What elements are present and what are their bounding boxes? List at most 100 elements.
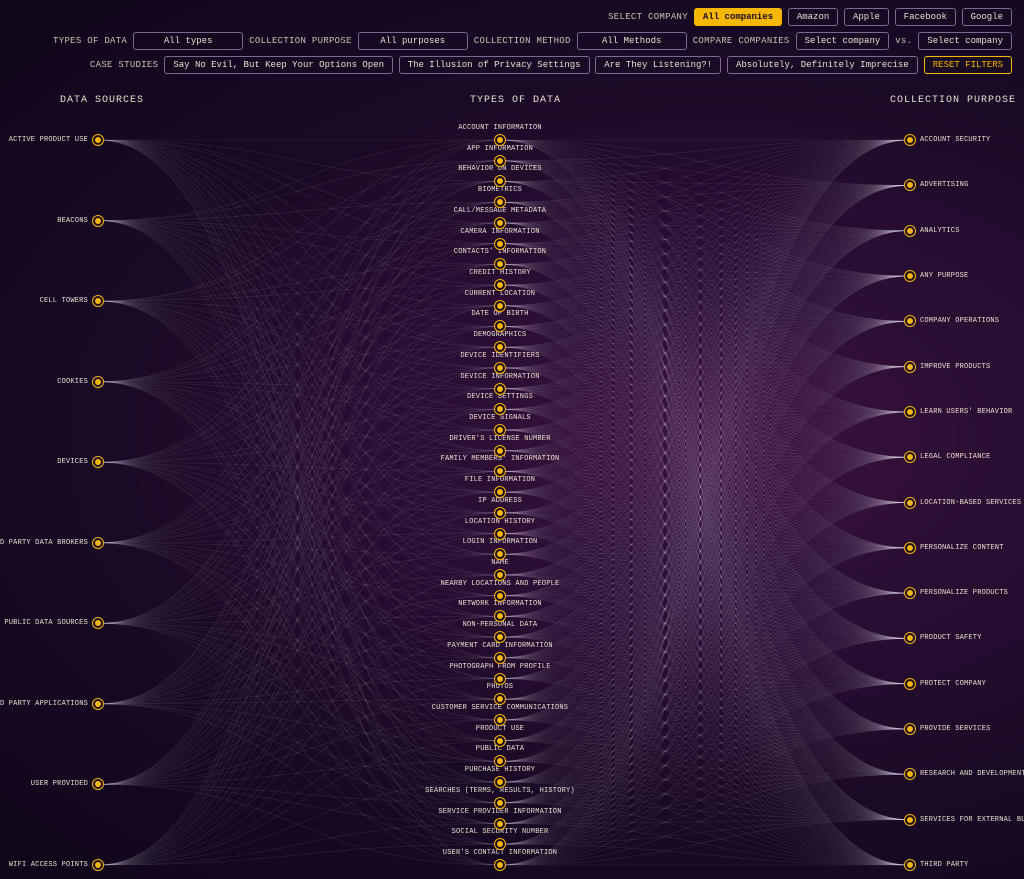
node-label: CAMERA INFORMATION xyxy=(460,228,539,236)
network-diagram: DATA SOURCES TYPES OF DATA COLLECTION PU… xyxy=(0,95,1024,879)
node[interactable] xyxy=(495,363,505,373)
node[interactable] xyxy=(905,452,915,462)
node[interactable] xyxy=(905,362,915,372)
node[interactable] xyxy=(905,724,915,734)
node-label: DRIVER'S LICENSE NUMBER xyxy=(449,435,550,443)
node[interactable] xyxy=(93,377,103,387)
reset-filters-button[interactable]: RESET FILTERS xyxy=(924,56,1012,74)
node[interactable] xyxy=(495,694,505,704)
node[interactable] xyxy=(93,216,103,226)
node[interactable] xyxy=(495,301,505,311)
compare-a-select[interactable]: Select company xyxy=(796,32,890,50)
node[interactable] xyxy=(495,321,505,331)
node[interactable] xyxy=(495,508,505,518)
node-label: PHOTOGRAPH FROM PROFILE xyxy=(449,663,550,671)
node[interactable] xyxy=(495,591,505,601)
node[interactable] xyxy=(495,860,505,870)
node[interactable] xyxy=(495,384,505,394)
company-pill-facebook[interactable]: Facebook xyxy=(895,8,956,26)
collection-method-select[interactable]: All Methods xyxy=(577,32,687,50)
node[interactable] xyxy=(495,425,505,435)
node[interactable] xyxy=(93,538,103,548)
node-label: RESEARCH AND DEVELOPMENT xyxy=(920,770,1024,778)
filter-bar: SELECT COMPANY All companies Amazon Appl… xyxy=(0,0,1024,74)
node[interactable] xyxy=(905,498,915,508)
node[interactable] xyxy=(93,699,103,709)
node-label: ANALYTICS xyxy=(920,227,960,235)
node[interactable] xyxy=(495,135,505,145)
case-study-pill[interactable]: The Illusion of Privacy Settings xyxy=(399,56,590,74)
company-pill-google[interactable]: Google xyxy=(962,8,1012,26)
node[interactable] xyxy=(495,653,505,663)
node-label: PERSONALIZE CONTENT xyxy=(920,544,1004,552)
node[interactable] xyxy=(495,342,505,352)
compare-b-select[interactable]: Select company xyxy=(918,32,1012,50)
node[interactable] xyxy=(905,769,915,779)
node[interactable] xyxy=(93,618,103,628)
company-pill-all-companies[interactable]: All companies xyxy=(694,8,782,26)
node-label: LEARN USERS' BEHAVIOR xyxy=(920,408,1012,416)
case-study-pill[interactable]: Are They Listening?! xyxy=(595,56,721,74)
case-study-pill[interactable]: Say No Evil, But Keep Your Options Open xyxy=(164,56,393,74)
node[interactable] xyxy=(495,280,505,290)
node[interactable] xyxy=(495,798,505,808)
node[interactable] xyxy=(495,777,505,787)
node[interactable] xyxy=(495,674,505,684)
compare-label: COMPARE COMPANIES xyxy=(693,36,790,46)
company-pill-amazon[interactable]: Amazon xyxy=(788,8,838,26)
node[interactable] xyxy=(495,466,505,476)
collection-purpose-select[interactable]: All purposes xyxy=(358,32,468,50)
node[interactable] xyxy=(905,588,915,598)
node[interactable] xyxy=(905,407,915,417)
node[interactable] xyxy=(93,135,103,145)
case-study-pill[interactable]: Absolutely, Definitely Imprecise xyxy=(727,56,918,74)
node-label: BIOMETRICS xyxy=(478,186,522,194)
node[interactable] xyxy=(495,197,505,207)
node[interactable] xyxy=(495,611,505,621)
node-label: DATE OF BIRTH xyxy=(471,310,528,318)
node[interactable] xyxy=(495,218,505,228)
node[interactable] xyxy=(93,860,103,870)
node[interactable] xyxy=(93,296,103,306)
node[interactable] xyxy=(495,839,505,849)
node[interactable] xyxy=(495,176,505,186)
node-label: ACCOUNT INFORMATION xyxy=(458,124,542,132)
node[interactable] xyxy=(905,679,915,689)
node-label: FILE INFORMATION xyxy=(465,476,535,484)
node[interactable] xyxy=(495,570,505,580)
node-label: NETWORK INFORMATION xyxy=(458,600,542,608)
node[interactable] xyxy=(495,549,505,559)
node[interactable] xyxy=(495,529,505,539)
node[interactable] xyxy=(495,239,505,249)
node-label: PAYMENT CARD INFORMATION xyxy=(447,642,553,650)
node[interactable] xyxy=(93,457,103,467)
node[interactable] xyxy=(905,815,915,825)
node[interactable] xyxy=(495,736,505,746)
node-label: THIRD PARTY xyxy=(920,861,968,869)
node-label: NEARBY LOCATIONS AND PEOPLE xyxy=(441,580,560,588)
node[interactable] xyxy=(495,819,505,829)
node[interactable] xyxy=(905,135,915,145)
node[interactable] xyxy=(905,316,915,326)
node[interactable] xyxy=(495,156,505,166)
node[interactable] xyxy=(495,715,505,725)
node[interactable] xyxy=(905,180,915,190)
node[interactable] xyxy=(495,259,505,269)
node[interactable] xyxy=(905,271,915,281)
node[interactable] xyxy=(495,404,505,414)
node[interactable] xyxy=(905,860,915,870)
types-of-data-select[interactable]: All types xyxy=(133,32,243,50)
company-pill-apple[interactable]: Apple xyxy=(844,8,889,26)
node-label: ANY PURPOSE xyxy=(920,272,968,280)
node[interactable] xyxy=(495,632,505,642)
node[interactable] xyxy=(495,487,505,497)
node[interactable] xyxy=(905,633,915,643)
node-label: IP ADDRESS xyxy=(478,497,522,505)
node[interactable] xyxy=(495,446,505,456)
node-label: PUBLIC DATA xyxy=(476,745,524,753)
node[interactable] xyxy=(905,226,915,236)
node[interactable] xyxy=(905,543,915,553)
node[interactable] xyxy=(93,779,103,789)
node-label: DEVICES xyxy=(0,458,88,466)
node[interactable] xyxy=(495,756,505,766)
